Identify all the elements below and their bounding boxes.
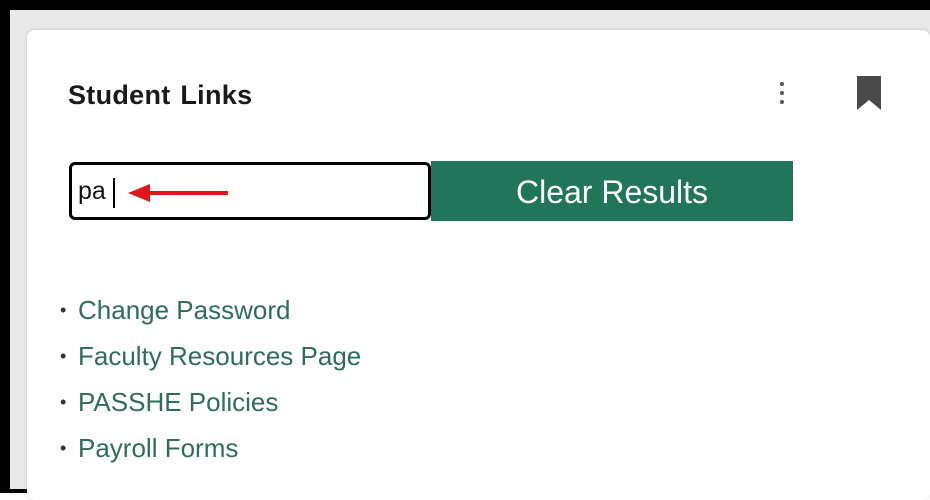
bullet: • — [60, 438, 67, 458]
result-link[interactable]: Faculty Resources Page — [78, 341, 361, 371]
more-vertical-icon[interactable] — [772, 78, 792, 108]
result-link[interactable]: PASSHE Policies — [78, 387, 278, 417]
card-title: Student Links — [68, 80, 253, 110]
bullet: • — [60, 346, 67, 366]
search-input[interactable] — [69, 162, 431, 220]
list-item: • Faculty Resources Page — [60, 336, 361, 382]
search-results-list: • Change Password • Faculty Resources Page… — [60, 290, 361, 474]
bookmark-icon[interactable] — [856, 75, 882, 111]
result-link[interactable]: Payroll Forms — [78, 433, 238, 463]
bullet: • — [60, 300, 67, 320]
clear-results-button[interactable]: Clear Results — [431, 161, 793, 221]
list-item: • Payroll Forms — [60, 428, 361, 474]
result-link[interactable]: Change Password — [78, 295, 290, 325]
list-item: • Change Password — [60, 290, 361, 336]
bullet: • — [60, 392, 67, 412]
list-item: • PASSHE Policies — [60, 382, 361, 428]
red-arrow-left-icon — [128, 182, 230, 204]
text-cursor — [113, 178, 115, 208]
